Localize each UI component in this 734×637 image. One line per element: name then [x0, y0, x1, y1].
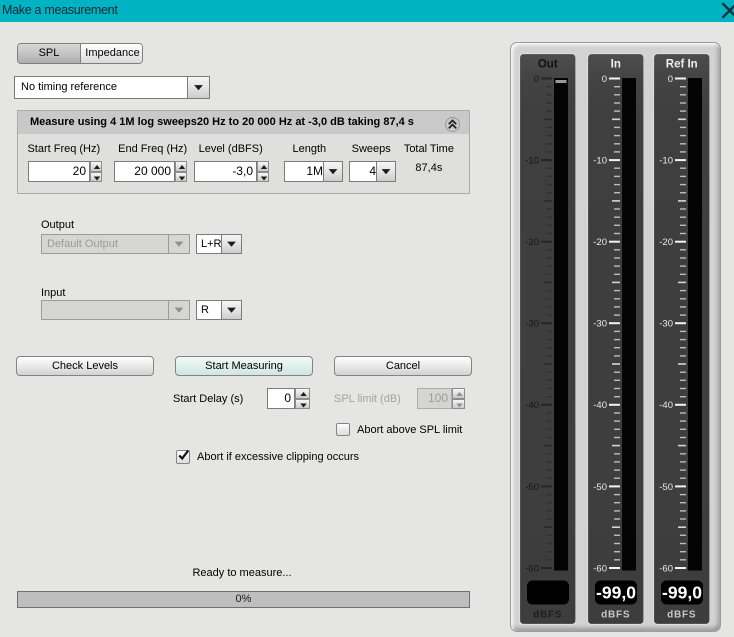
svg-text:-40: -40	[525, 400, 539, 411]
svg-text:-30: -30	[593, 318, 607, 329]
svg-text:dBFS: dBFS	[601, 609, 630, 620]
svg-text:-60: -60	[525, 563, 539, 574]
svg-text:-10: -10	[593, 155, 607, 166]
svg-text:-10: -10	[525, 155, 539, 166]
svg-text:In: In	[610, 58, 620, 70]
svg-text:-99,0: -99,0	[662, 582, 702, 602]
svg-text:Out: Out	[537, 58, 557, 70]
svg-text:-30: -30	[659, 318, 673, 329]
svg-text:-20: -20	[525, 237, 539, 248]
svg-text:0: 0	[667, 73, 672, 84]
svg-text:-50: -50	[593, 481, 607, 492]
svg-text:-20: -20	[593, 237, 607, 248]
svg-text:dBFS: dBFS	[533, 609, 562, 620]
svg-text:0: 0	[601, 73, 606, 84]
svg-text:-50: -50	[525, 481, 539, 492]
svg-text:-50: -50	[659, 481, 673, 492]
svg-text:-99,0: -99,0	[596, 582, 636, 602]
svg-text:Ref In: Ref In	[665, 58, 697, 70]
svg-text:-20: -20	[659, 237, 673, 248]
svg-text:0: 0	[533, 73, 538, 84]
svg-text:-60: -60	[659, 563, 673, 574]
svg-text:-10: -10	[659, 155, 673, 166]
svg-text:-40: -40	[659, 400, 673, 411]
svg-text:-60: -60	[593, 563, 607, 574]
svg-text:-40: -40	[593, 400, 607, 411]
svg-text:-30: -30	[525, 318, 539, 329]
svg-text:dBFS: dBFS	[667, 609, 696, 620]
